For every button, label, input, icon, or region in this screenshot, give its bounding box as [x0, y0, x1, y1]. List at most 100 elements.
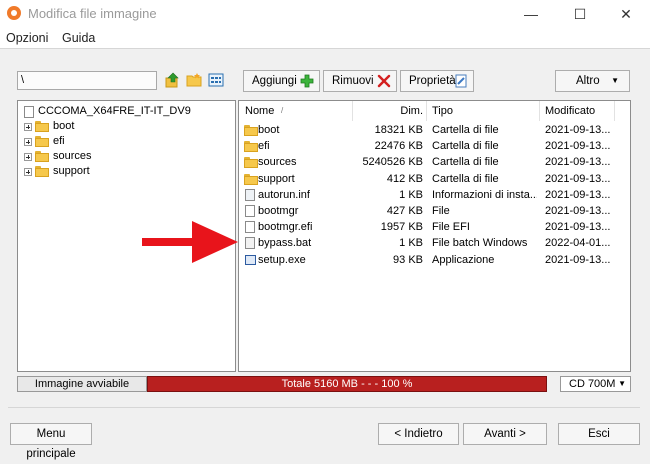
batch-file-icon — [245, 237, 255, 250]
up-folder-icon[interactable] — [165, 72, 181, 88]
tree-root[interactable]: CCCOMA_X64FRE_IT-IT_DV9 — [22, 104, 222, 119]
file-row[interactable]: support 412 KB Cartella di file 2021-09-13.… — [240, 171, 628, 187]
app-logo-icon — [7, 6, 21, 20]
column-header-type[interactable]: Tipo — [432, 101, 453, 121]
file-row[interactable]: autorun.inf 1 KB Informazioni di insta... 2… — [240, 187, 628, 203]
properties-button[interactable]: Proprietà — [400, 70, 474, 92]
dropdown-arrow-icon: ▼ — [611, 76, 619, 85]
properties-button-label: Proprietà — [409, 75, 456, 87]
red-arrow-annotation — [142, 221, 238, 263]
next-button[interactable]: Avanti > — [463, 423, 547, 445]
file-type: Cartella di file — [432, 124, 499, 136]
file-name: sources — [258, 156, 297, 169]
view-grid-icon[interactable] — [208, 72, 224, 88]
media-size-select[interactable]: CD 700M ▼ — [560, 376, 631, 392]
column-divider[interactable] — [614, 101, 615, 121]
folder-icon — [35, 136, 49, 147]
bootable-image-label[interactable]: Immagine avviabile — [17, 376, 147, 392]
app-icon — [245, 254, 256, 265]
tree-item-label: sources — [53, 150, 92, 162]
menu-guida[interactable]: Guida — [62, 31, 95, 45]
progress-text: Totale 5160 MB - - - 100 % — [281, 378, 413, 390]
folder-icon — [244, 173, 258, 185]
expand-icon[interactable] — [24, 168, 32, 176]
file-size: 93 KB — [393, 253, 423, 266]
file-modified: 2021-09-13... — [545, 124, 611, 136]
new-folder-icon[interactable] — [186, 72, 202, 88]
file-name: setup.exe — [258, 253, 306, 266]
file-row[interactable]: sources 5240526 KB Cartella di file 2021-09… — [240, 154, 628, 170]
file-size: 18321 KB — [374, 124, 423, 136]
close-button[interactable]: ✕ — [606, 3, 646, 25]
path-input[interactable]: \ — [17, 71, 157, 90]
file-modified: 2021-09-13... — [545, 253, 611, 266]
settings-file-icon — [245, 188, 255, 201]
tree-item-efi[interactable]: efi — [22, 134, 222, 149]
remove-button[interactable]: Rimuovi — [323, 70, 397, 92]
file-type: File EFI — [432, 221, 470, 234]
file-modified: 2021-09-13... — [545, 156, 611, 169]
file-type: Informazioni di insta... — [432, 188, 537, 201]
tree-item-boot[interactable]: boot — [22, 119, 222, 134]
file-row[interactable]: bypass.bat 1 KB File batch Windows 2022-04-… — [240, 235, 628, 251]
file-row[interactable]: setup.exe 93 KB Applicazione 2021-09-13... — [240, 252, 628, 268]
tree-item-label: boot — [53, 120, 75, 132]
dropdown-arrow-icon: ▼ — [618, 379, 626, 388]
menu-divider — [0, 48, 650, 49]
file-row[interactable]: boot 18321 KB Cartella di file 2021-09-13..… — [240, 122, 628, 138]
menu-bar — [0, 28, 650, 48]
column-divider[interactable] — [539, 101, 540, 121]
tree-item-support[interactable]: support — [22, 164, 222, 179]
add-button[interactable]: Aggiungi — [243, 70, 320, 92]
file-size: 5240526 KB — [362, 156, 423, 169]
column-header-name[interactable]: Nome — [245, 101, 274, 121]
more-dropdown[interactable]: Altro ▼ — [555, 70, 630, 92]
file-size: 22476 KB — [374, 140, 423, 153]
column-header-modified[interactable]: Modificato — [545, 101, 595, 121]
column-divider[interactable] — [426, 101, 427, 121]
folder-icon — [244, 157, 258, 169]
back-button[interactable]: < Indietro — [378, 423, 459, 445]
file-type: Cartella di file — [432, 156, 499, 169]
minimize-button[interactable]: — — [511, 3, 551, 25]
file-name: autorun.inf — [258, 188, 310, 201]
exit-button[interactable]: Esci — [558, 423, 640, 445]
expand-icon[interactable] — [24, 153, 32, 161]
file-name: bootmgr.efi — [258, 221, 313, 234]
disc-image-icon — [24, 106, 34, 118]
file-row[interactable]: bootmgr 427 KB File 2021-09-13... — [240, 203, 628, 219]
file-name: bypass.bat — [258, 237, 312, 250]
expand-icon[interactable] — [24, 123, 32, 131]
tree-item-sources[interactable]: sources — [22, 149, 222, 164]
folder-icon — [35, 121, 49, 132]
file-modified: 2021-09-13... — [545, 188, 611, 201]
file-row[interactable]: bootmgr.efi 1957 KB File EFI 2021-09-13... — [240, 219, 628, 235]
file-modified: 2022-04-01... — [545, 237, 611, 250]
file-size: 1 KB — [399, 188, 423, 201]
folder-icon — [244, 125, 258, 136]
size-progress-bar: Totale 5160 MB - - - 100 % — [147, 376, 547, 392]
add-button-label: Aggiungi — [252, 75, 297, 87]
column-header-size[interactable]: Dim. — [353, 101, 423, 121]
file-row[interactable]: efi 22476 KB Cartella di file 2021-09-13... — [240, 138, 628, 154]
media-size-value: CD 700M — [569, 378, 616, 390]
maximize-button[interactable]: ☐ — [560, 3, 600, 25]
file-size: 412 KB — [386, 172, 423, 185]
file-type: Applicazione — [432, 253, 495, 266]
file-modified: 2021-09-13... — [545, 140, 611, 153]
expand-icon[interactable] — [24, 138, 32, 146]
file-size: 427 KB — [386, 205, 423, 217]
folder-icon — [35, 166, 49, 177]
menu-opzioni[interactable]: Opzioni — [6, 31, 48, 45]
file-type: Cartella di file — [432, 172, 499, 185]
more-dropdown-label: Altro — [576, 75, 600, 87]
file-name: boot — [258, 124, 280, 136]
remove-button-label: Rimuovi — [332, 75, 374, 87]
properties-icon — [454, 74, 468, 88]
main-menu-button[interactable]: Menu principale — [10, 423, 92, 460]
file-name: efi — [258, 140, 270, 153]
folder-icon — [244, 141, 258, 153]
file-type: File batch Windows — [432, 237, 528, 250]
footer-divider — [8, 407, 640, 408]
folder-icon — [35, 151, 49, 162]
